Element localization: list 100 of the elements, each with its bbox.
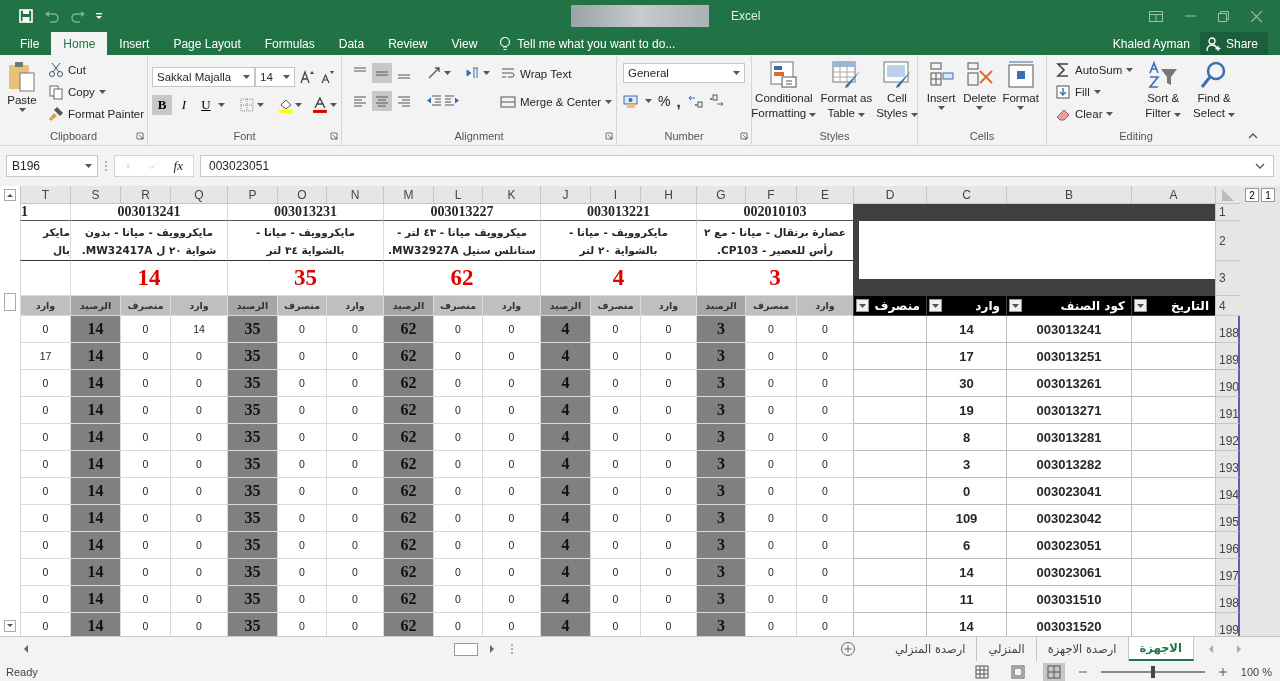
row-header[interactable]: 199 — [1215, 613, 1240, 636]
filter-button[interactable] — [1134, 299, 1147, 312]
ribbon-tab[interactable]: Insert — [107, 32, 162, 55]
filter-button[interactable] — [1009, 299, 1022, 312]
table-cell: 62 — [383, 424, 433, 451]
row-header[interactable]: 197 — [1215, 559, 1240, 586]
ribbon-tab[interactable]: Page Layout — [161, 32, 253, 55]
number-format-field[interactable]: General — [623, 63, 745, 83]
insert-function-button[interactable]: fx — [173, 158, 183, 174]
name-box[interactable]: B196 — [6, 155, 98, 177]
column-header[interactable]: R — [120, 186, 170, 204]
cell-styles-button[interactable]: Cell Styles — [874, 59, 920, 127]
percent-button[interactable]: % — [658, 93, 671, 109]
column-header[interactable]: F — [745, 186, 796, 204]
column-header[interactable]: D — [853, 186, 926, 204]
italic-button[interactable]: I — [174, 95, 194, 115]
underline-button[interactable]: U — [196, 95, 216, 115]
ribbon-tab[interactable]: Home — [51, 32, 108, 55]
font-name-field[interactable]: Sakkal Majalla — [152, 67, 255, 87]
format-cells-button[interactable]: Format — [1000, 59, 1041, 127]
column-header[interactable]: N — [326, 186, 383, 204]
format-as-table-button[interactable]: Format as Table — [818, 59, 875, 127]
row-header[interactable]: 198 — [1215, 586, 1240, 613]
filter-button[interactable] — [856, 299, 869, 312]
merge-center-button[interactable]: Merge & Center — [498, 91, 615, 113]
row-header[interactable]: 1 — [1215, 204, 1240, 221]
row-header[interactable]: 196 — [1215, 532, 1240, 559]
clear-button[interactable]: Clear — [1053, 103, 1136, 125]
row-header[interactable]: 189 — [1215, 343, 1240, 370]
column-header[interactable]: P — [227, 186, 277, 204]
column-header[interactable]: T — [20, 186, 70, 204]
delete-cells-button[interactable]: Delete — [961, 59, 999, 127]
column-header[interactable]: A — [1131, 186, 1215, 204]
caret-icon — [330, 103, 338, 107]
column-header[interactable]: Q — [170, 186, 227, 204]
column-header[interactable]: S — [70, 186, 120, 204]
column-header[interactable]: K — [482, 186, 540, 204]
column-header[interactable]: G — [696, 186, 745, 204]
row-header[interactable]: 4 — [1215, 296, 1240, 316]
tell-me-field[interactable]: Tell me what you want to do... — [517, 36, 708, 51]
font-size-field[interactable]: 14 — [255, 67, 295, 87]
sheet-tab[interactable]: الاجهزة — [1128, 637, 1194, 661]
column-header[interactable]: M — [383, 186, 433, 204]
column-header[interactable]: B — [1006, 186, 1131, 204]
horizontal-align-button[interactable] — [372, 91, 392, 111]
zoom-level[interactable]: 100 % — [1240, 665, 1272, 678]
table-cell: 62 — [383, 586, 433, 613]
page-break-view-button[interactable] — [1042, 662, 1065, 681]
find-select-button[interactable]: Find & Select — [1191, 59, 1238, 127]
column-header[interactable]: I — [590, 186, 640, 204]
paste-button[interactable]: Paste — [4, 59, 40, 127]
column-header[interactable]: J — [540, 186, 590, 204]
bold-button[interactable]: B — [152, 95, 172, 115]
vertical-align-button[interactable] — [372, 63, 392, 83]
table-cell: 0 — [482, 343, 540, 370]
autosum-button[interactable]: AutoSum — [1053, 59, 1136, 81]
row-header[interactable]: 193 — [1215, 451, 1240, 478]
row-header[interactable]: 191 — [1215, 397, 1240, 424]
row-header[interactable]: 194 — [1215, 478, 1240, 505]
wrap-text-button[interactable]: Wrap Text — [498, 63, 615, 85]
outline-level-button[interactable]: 2 — [1245, 188, 1259, 202]
row-header[interactable]: 3 — [1215, 261, 1240, 296]
column-header[interactable]: L — [433, 186, 482, 204]
column-header[interactable]: O — [277, 186, 326, 204]
formula-field[interactable]: 003023051 — [200, 155, 1274, 177]
product-description: مايكر بال — [20, 221, 70, 261]
row-header[interactable]: 188 — [1215, 316, 1240, 343]
column-header[interactable]: E — [796, 186, 853, 204]
ribbon-tab[interactable]: File — [8, 32, 52, 55]
product-code: 003013241 — [70, 204, 227, 221]
ribbon-tab[interactable]: View — [439, 32, 490, 55]
sort-filter-button[interactable]: Sort & Filter — [1143, 59, 1184, 127]
lines-icon — [354, 67, 366, 72]
table-cell: 3 — [696, 370, 745, 397]
format-painter-button[interactable]: Format Painter — [46, 103, 147, 125]
ribbon-tab[interactable]: Formulas — [252, 32, 327, 55]
conditional-formatting-button[interactable]: Conditional Formatting — [749, 59, 819, 127]
row-header[interactable]: 195 — [1215, 505, 1240, 532]
table-cell: 4 — [540, 532, 590, 559]
fill-button[interactable]: Fill — [1053, 81, 1136, 103]
filter-button[interactable] — [929, 299, 942, 312]
column-header[interactable]: H — [640, 186, 696, 204]
cut-button[interactable]: Cut — [46, 59, 147, 81]
outline-level-button[interactable]: 1 — [1261, 188, 1275, 202]
row-header[interactable]: 192 — [1215, 424, 1240, 451]
table-cell: 3 — [696, 343, 745, 370]
column-label: الرصيد — [540, 296, 590, 316]
outline-box[interactable] — [4, 293, 16, 311]
comma-button[interactable]: , — [676, 92, 681, 110]
insert-cells-button[interactable]: Insert — [923, 59, 960, 127]
ribbon-tab[interactable]: Data — [326, 32, 377, 55]
column-header[interactable]: C — [926, 186, 1006, 204]
share-button[interactable]: Share — [1199, 32, 1268, 55]
row-header[interactable]: 2 — [1215, 221, 1240, 261]
lines-icon — [354, 95, 366, 107]
table-cell: 14 — [70, 505, 120, 532]
copy-button[interactable]: Copy — [46, 81, 147, 103]
sort-filter-icon — [1147, 59, 1180, 91]
ribbon-tab[interactable]: Review — [376, 32, 440, 55]
row-header[interactable]: 190 — [1215, 370, 1240, 397]
